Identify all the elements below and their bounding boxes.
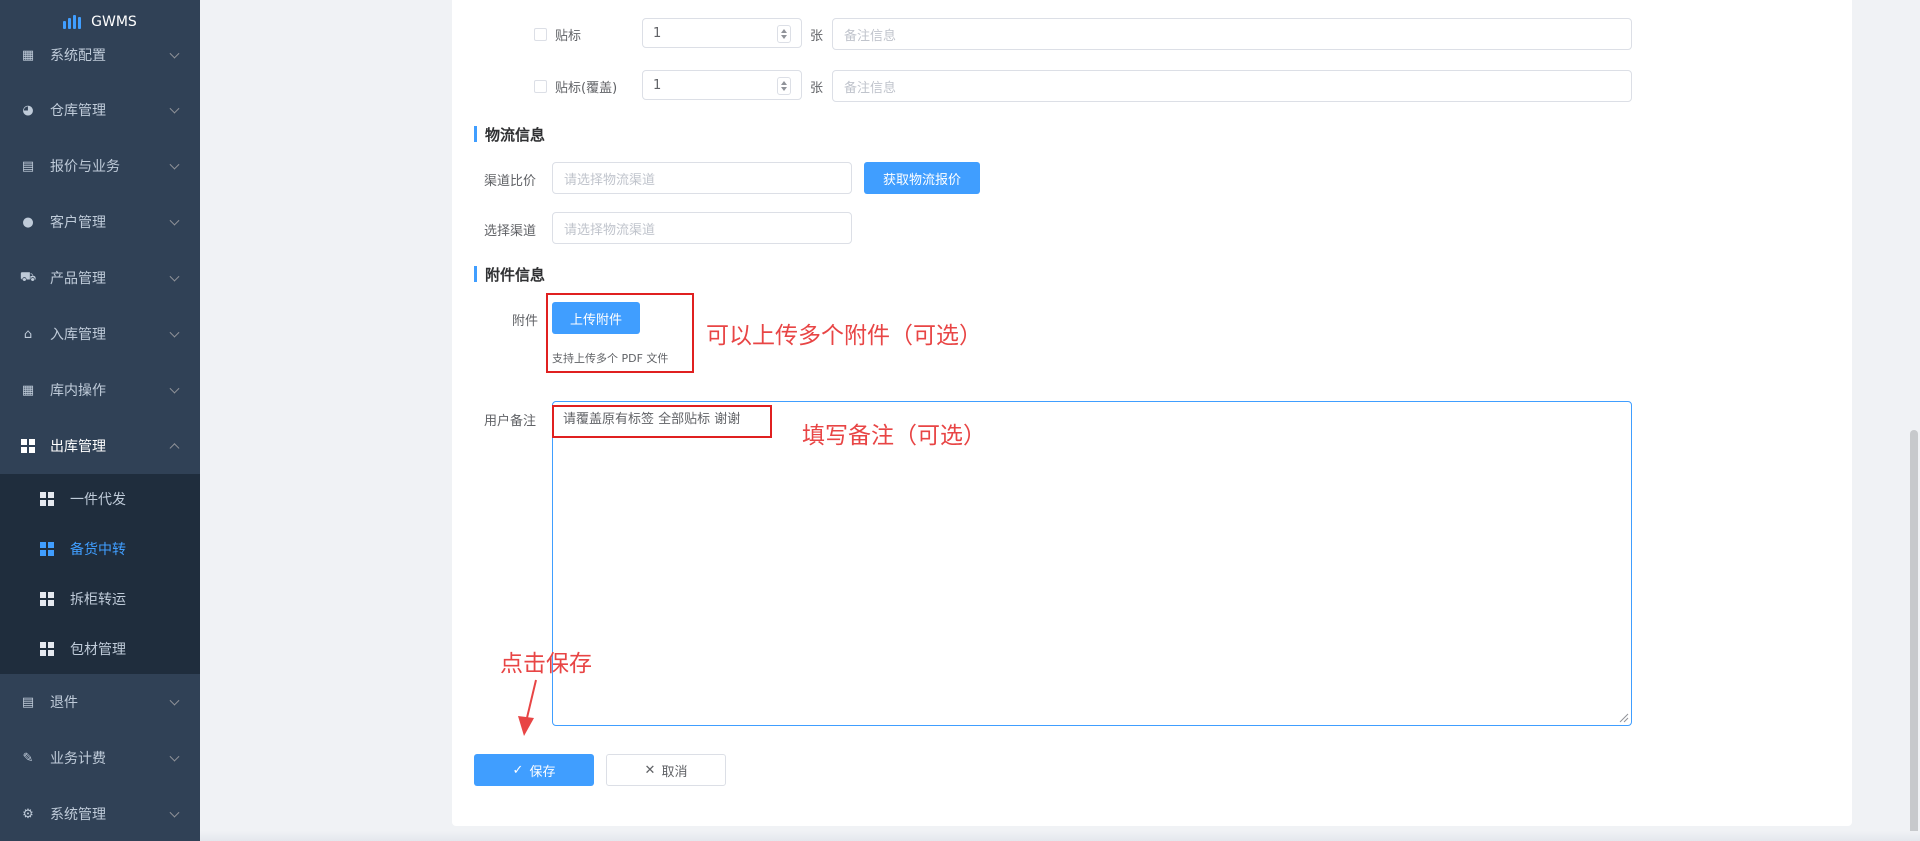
chevron-down-icon xyxy=(169,383,180,394)
qty-stepper[interactable] xyxy=(777,25,791,43)
section-title-logistics: 物流信息 xyxy=(474,124,545,145)
channel-compare-label: 渠道比价 xyxy=(484,174,537,189)
channel-compare-select[interactable]: 请选择物流渠道 xyxy=(552,162,852,194)
cart-icon: ⛟ xyxy=(19,269,37,285)
upload-annotation: 可以上传多个附件（可选） xyxy=(706,323,982,349)
grid-icon xyxy=(40,542,54,556)
grid-icon xyxy=(40,492,54,506)
sidebar-item-packaging[interactable]: 包材管理 xyxy=(0,624,200,674)
sidebar-item-customer[interactable]: ● 客户管理 xyxy=(0,194,200,250)
chevron-down-icon xyxy=(169,695,180,706)
unit-label: 张 xyxy=(810,29,824,44)
label-remark-input[interactable]: 备注信息 xyxy=(832,18,1632,50)
sidebar-item-devanning[interactable]: 拆柜转运 xyxy=(0,574,200,624)
chevron-down-icon xyxy=(169,807,180,818)
home-icon: ⌂ xyxy=(23,326,33,342)
user-remark-label: 用户备注 xyxy=(484,414,537,429)
get-quote-button[interactable]: 获取物流报价 xyxy=(864,162,980,194)
chevron-down-icon xyxy=(169,751,180,762)
save-button[interactable]: ✓ 保存 xyxy=(474,754,594,786)
remark-annotation: 填写备注（可选） xyxy=(802,423,986,449)
check-icon: ✓ xyxy=(512,762,524,778)
bottom-shadow xyxy=(200,831,1920,841)
upload-attachment-button[interactable]: 上传附件 xyxy=(552,302,640,334)
label-overlay-option: 贴标(覆盖) xyxy=(555,81,618,96)
form-card: 贴标 1 张 备注信息 贴标(覆盖) 1 张 备注信息 物流信息 渠道比价 请选… xyxy=(452,0,1852,826)
sidebar-item-system-admin[interactable]: ⚙ 系统管理 xyxy=(0,786,200,841)
sidebar-item-inventory[interactable]: ▦ 库内操作 xyxy=(0,362,200,418)
attachment-label: 附件 xyxy=(512,314,539,329)
upload-hint: 支持上传多个 PDF 文件 xyxy=(552,352,669,365)
label-overlay-checkbox[interactable] xyxy=(534,80,547,93)
label-overlay-remark-input[interactable]: 备注信息 xyxy=(832,70,1632,102)
resize-handle-icon[interactable] xyxy=(1619,713,1629,723)
section-title-attachment: 附件信息 xyxy=(474,264,545,285)
sidebar-item-returns[interactable]: ▤ 退件 xyxy=(0,674,200,730)
save-annotation: 点击保存 xyxy=(500,651,592,677)
chevron-down-icon xyxy=(169,327,180,338)
user-icon: ● xyxy=(22,214,34,230)
label-checkbox[interactable] xyxy=(534,28,547,41)
logo-icon xyxy=(63,15,82,29)
sidebar-item-billing[interactable]: ✎ 业务计费 xyxy=(0,730,200,786)
unit-label: 张 xyxy=(810,81,824,96)
chevron-down-icon xyxy=(169,271,180,282)
qty-stepper[interactable] xyxy=(777,77,791,95)
arrow-icon xyxy=(518,679,537,736)
chevron-down-icon xyxy=(169,48,180,59)
select-channel-label: 选择渠道 xyxy=(484,224,537,239)
edit-icon: ✎ xyxy=(22,750,34,766)
sidebar-item-stock-transfer[interactable]: 备货中转 xyxy=(0,524,200,574)
sidebar-item-outbound[interactable]: 出库管理 xyxy=(0,418,200,474)
document-icon: ▤ xyxy=(21,694,35,710)
label-overlay-qty-input[interactable]: 1 xyxy=(642,70,802,100)
document-icon: ▤ xyxy=(21,158,35,174)
settings-panel-icon: ▦ xyxy=(21,47,35,63)
chevron-down-icon xyxy=(169,159,180,170)
sidebar-item-quote[interactable]: ▤ 报价与业务 xyxy=(0,138,200,194)
sidebar-item-dropship[interactable]: 一件代发 xyxy=(0,474,200,524)
channel-select[interactable]: 请选择物流渠道 xyxy=(552,212,852,244)
chevron-down-icon xyxy=(169,215,180,226)
sidebar-item-warehouse[interactable]: ◕ 仓库管理 xyxy=(0,82,200,138)
main-content: 贴标 1 张 备注信息 贴标(覆盖) 1 张 备注信息 物流信息 渠道比价 请选… xyxy=(200,0,1920,841)
outbound-submenu: 一件代发 备货中转 拆柜转运 包材管理 xyxy=(0,474,200,674)
close-icon: ✕ xyxy=(644,762,656,778)
cancel-button[interactable]: ✕ 取消 xyxy=(606,754,726,786)
sidebar-item-product[interactable]: ⛟ 产品管理 xyxy=(0,250,200,306)
grid-icon xyxy=(40,642,54,656)
grid-icon xyxy=(40,592,54,606)
label-qty-input[interactable]: 1 xyxy=(642,18,802,48)
app-title: GWMS xyxy=(91,14,137,30)
grid-icon xyxy=(20,438,36,454)
chevron-up-icon xyxy=(169,443,180,454)
sidebar-item-system-config[interactable]: ▦ 系统配置 xyxy=(0,30,200,80)
table-icon: ▦ xyxy=(21,382,35,398)
user-remark-textarea[interactable]: 请覆盖原有标签 全部贴标 谢谢 xyxy=(552,401,1632,726)
chevron-down-icon xyxy=(169,103,180,114)
scrollbar[interactable] xyxy=(1910,430,1918,841)
label-option: 贴标 xyxy=(555,29,582,44)
globe-icon: ◕ xyxy=(22,102,34,118)
gear-icon: ⚙ xyxy=(22,806,34,822)
sidebar: GWMS ▦ 系统配置 ◕ 仓库管理 ▤ 报价与业务 ● 客户管理 ⛟ 产品管理… xyxy=(0,0,200,841)
sidebar-item-inbound[interactable]: ⌂ 入库管理 xyxy=(0,306,200,362)
